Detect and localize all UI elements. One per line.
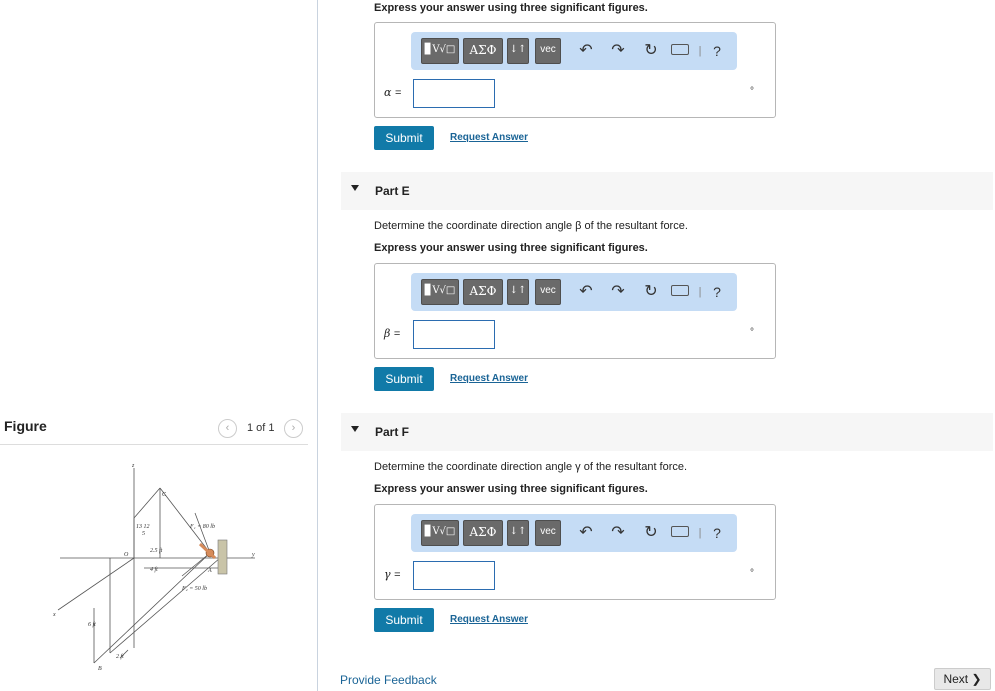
- label-ratio: 13 12: [136, 524, 150, 530]
- templates-button[interactable]: ▊V√□: [421, 279, 459, 305]
- question-panel: Express your answer using three signific…: [319, 0, 995, 691]
- keyboard-icon[interactable]: [671, 44, 689, 55]
- label-2ft: 2 ft: [116, 653, 124, 660]
- templates-button[interactable]: ▊V√□: [421, 38, 459, 64]
- greek-symbols-button[interactable]: ΑΣΦ: [463, 38, 503, 64]
- label-b: B: [98, 666, 102, 672]
- provide-feedback-link[interactable]: Provide Feedback: [340, 673, 437, 687]
- vector-button[interactable]: vec: [535, 38, 561, 64]
- figure-title: Figure: [4, 418, 47, 434]
- degree-unit: °: [750, 327, 754, 338]
- part-e-question: Determine the coordinate direction angle…: [374, 220, 688, 232]
- variable-label-alpha: α =: [384, 86, 402, 99]
- toolbar-separator: |: [698, 45, 702, 57]
- part-f-header[interactable]: Part F: [341, 413, 993, 451]
- label-ratio-5: 5: [142, 531, 145, 537]
- figure-header: Figure ‹ 1 of 1 ›: [0, 412, 308, 445]
- degree-unit: °: [750, 568, 754, 579]
- label-x: x: [52, 612, 56, 618]
- keyboard-icon[interactable]: [671, 526, 689, 537]
- variable-label-gamma: γ =: [384, 568, 401, 581]
- redo-icon[interactable]: ↷: [609, 42, 627, 60]
- part-e-title: Part E: [375, 184, 410, 198]
- request-answer-link-gamma[interactable]: Request Answer: [450, 614, 528, 625]
- undo-icon[interactable]: ↶: [577, 283, 595, 301]
- collapse-arrow-icon: [351, 185, 359, 191]
- degree-unit: °: [750, 86, 754, 97]
- reset-icon[interactable]: ↻: [642, 283, 660, 301]
- math-toolbar: ▊V√□ ΑΣΦ ↓↑ vec ↶ ↷ ↻ | ?: [411, 273, 737, 311]
- label-y: y: [251, 552, 255, 558]
- label-f2: F₂ = 50 lb: [181, 586, 207, 592]
- collapse-arrow-icon: [351, 426, 359, 432]
- chevron-left-icon[interactable]: ‹: [218, 419, 237, 438]
- answer-input-gamma[interactable]: [413, 561, 495, 590]
- reset-icon[interactable]: ↻: [642, 42, 660, 60]
- part-e-header[interactable]: Part E: [341, 172, 993, 210]
- answer-input-alpha[interactable]: [413, 79, 495, 108]
- part-f-question: Determine the coordinate direction angle…: [374, 461, 688, 473]
- part-f-title: Part F: [375, 425, 410, 439]
- vector-button[interactable]: vec: [535, 279, 561, 305]
- answer-box-beta: ▊V√□ ΑΣΦ ↓↑ vec ↶ ↷ ↻ | ? β = °: [374, 263, 776, 359]
- figure-panel: Figure ‹ 1 of 1 › z C O x y A B F₁ = 80 …: [0, 0, 318, 691]
- part-e-instruction: Express your answer using three signific…: [374, 242, 648, 254]
- label-f1: F₁ = 80 lb: [189, 524, 215, 530]
- chevron-right-icon[interactable]: ›: [284, 419, 303, 438]
- answer-input-beta[interactable]: [413, 320, 495, 349]
- label-a: A: [207, 568, 212, 574]
- redo-icon[interactable]: ↷: [609, 283, 627, 301]
- reset-icon[interactable]: ↻: [642, 524, 660, 542]
- label-o: O: [124, 552, 129, 558]
- label-2-5ft: 2.5 ft: [150, 547, 163, 554]
- label-4ft: 4 ft: [150, 566, 158, 573]
- greek-symbols-button[interactable]: ΑΣΦ: [463, 279, 503, 305]
- label-6ft: 6 ft: [88, 621, 96, 628]
- help-icon[interactable]: ?: [708, 42, 726, 60]
- arrows-button[interactable]: ↓↑: [507, 38, 529, 64]
- arrows-button[interactable]: ↓↑: [507, 279, 529, 305]
- request-answer-link-alpha[interactable]: Request Answer: [450, 132, 528, 143]
- request-answer-link-beta[interactable]: Request Answer: [450, 373, 528, 384]
- label-c: C: [162, 492, 167, 498]
- toolbar-separator: |: [698, 527, 702, 539]
- part-f-instruction: Express your answer using three signific…: [374, 483, 648, 495]
- templates-button[interactable]: ▊V√□: [421, 520, 459, 546]
- redo-icon[interactable]: ↷: [609, 524, 627, 542]
- help-icon[interactable]: ?: [708, 524, 726, 542]
- submit-button-alpha[interactable]: Submit: [374, 126, 434, 150]
- undo-icon[interactable]: ↶: [577, 524, 595, 542]
- next-button[interactable]: Next ❯: [934, 668, 991, 690]
- math-toolbar: ▊V√□ ΑΣΦ ↓↑ vec ↶ ↷ ↻ | ?: [411, 514, 737, 552]
- keyboard-icon[interactable]: [671, 285, 689, 296]
- arrows-button[interactable]: ↓↑: [507, 520, 529, 546]
- variable-label-beta: β =: [384, 327, 401, 340]
- force-diagram: z C O x y A B F₁ = 80 lb F₂ = 50 lb 2.5 …: [52, 463, 255, 672]
- figure-pager-text: 1 of 1: [247, 422, 275, 434]
- answer-box-gamma: ▊V√□ ΑΣΦ ↓↑ vec ↶ ↷ ↻ | ? γ = °: [374, 504, 776, 600]
- undo-icon[interactable]: ↶: [577, 42, 595, 60]
- vector-button[interactable]: vec: [535, 520, 561, 546]
- help-icon[interactable]: ?: [708, 283, 726, 301]
- math-toolbar: ▊V√□ ΑΣΦ ↓↑ vec ↶ ↷ ↻ | ?: [411, 32, 737, 70]
- answer-box-alpha: ▊V√□ ΑΣΦ ↓↑ vec ↶ ↷ ↻ | ? α = °: [374, 22, 776, 118]
- submit-button-beta[interactable]: Submit: [374, 367, 434, 391]
- answer-instruction: Express your answer using three signific…: [374, 2, 648, 14]
- toolbar-separator: |: [698, 286, 702, 298]
- submit-button-gamma[interactable]: Submit: [374, 608, 434, 632]
- greek-symbols-button[interactable]: ΑΣΦ: [463, 520, 503, 546]
